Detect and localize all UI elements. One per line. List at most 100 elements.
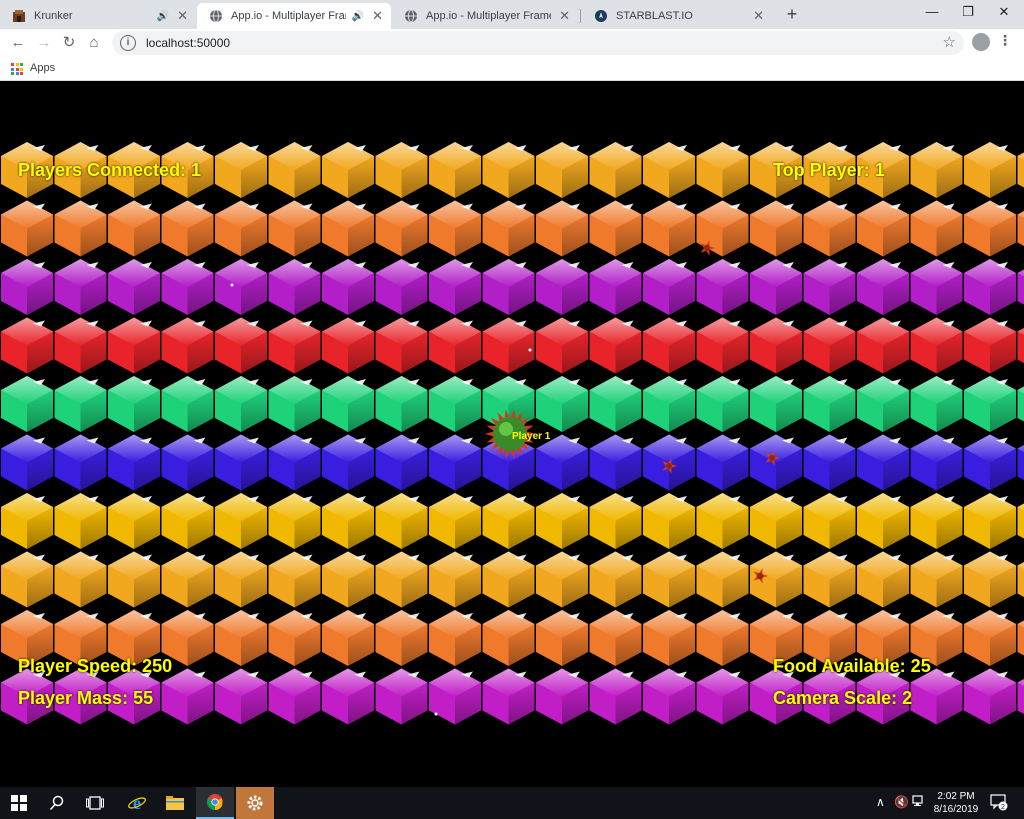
cube-tile — [161, 259, 214, 315]
game-world: Player 1 — [1, 142, 1024, 725]
search-icon[interactable] — [38, 787, 76, 819]
volume-muted-icon[interactable]: 🔇 — [894, 795, 909, 809]
cube-tile — [108, 434, 160, 491]
cube-tile — [750, 551, 802, 608]
cube-tile — [696, 551, 749, 608]
cube-tile — [268, 259, 321, 315]
cube-tile — [696, 610, 749, 666]
cube-tile — [1, 317, 53, 374]
cube-tile — [429, 200, 481, 257]
player-speed-label: Player Speed: 250 — [18, 656, 173, 676]
cube-tile — [215, 200, 267, 257]
cube-tile — [1017, 679, 1024, 714]
file-explorer-icon[interactable] — [156, 787, 194, 819]
apps-icon[interactable] — [11, 63, 23, 75]
close-icon[interactable]: ✕ — [559, 8, 570, 24]
forward-icon[interactable]: → — [34, 33, 54, 53]
cube-tile — [1017, 445, 1024, 480]
address-url[interactable]: localhost:50000 — [146, 36, 230, 50]
browser-toolbar: ← → ↻ ⌂ i localhost:50000 ☆ ⋮ — [0, 29, 1024, 57]
system-clock[interactable]: 2:02 PM 8/16/2019 — [928, 790, 984, 816]
svg-text:e: e — [133, 793, 141, 813]
cube-tile — [268, 317, 321, 374]
settings-gear-icon[interactable] — [236, 787, 274, 819]
cube-tile — [108, 259, 160, 315]
globe-icon — [404, 9, 418, 23]
start-button[interactable] — [0, 787, 38, 819]
info-icon[interactable]: i — [120, 35, 136, 51]
close-icon[interactable]: ✕ — [372, 8, 383, 24]
cube-tile — [964, 259, 1016, 315]
cube-tile — [108, 376, 160, 432]
cube-tile — [108, 200, 160, 257]
internet-explorer-icon[interactable]: e — [118, 787, 156, 819]
cube-tile — [322, 376, 374, 432]
notifications-icon[interactable]: 2 — [990, 793, 1008, 814]
tab-separator — [580, 9, 581, 23]
chevron-up-icon[interactable]: ∧ — [876, 795, 885, 809]
game-canvas[interactable]: Player 1 Players Connected: 1 Top Player… — [0, 82, 1024, 787]
cube-tile — [482, 142, 535, 198]
profile-avatar[interactable] — [972, 33, 990, 51]
player-highlight — [499, 422, 513, 436]
tab-appio[interactable]: App.io - Multiplayer Framework ✕ — [392, 3, 578, 29]
new-tab-button[interactable]: + — [782, 4, 802, 25]
cube-tile — [161, 317, 214, 374]
cube-tile — [643, 493, 695, 549]
cube-tile — [268, 668, 321, 725]
cube-tile — [1017, 562, 1024, 597]
home-icon[interactable]: ⌂ — [84, 33, 104, 53]
cube-tile — [161, 493, 214, 549]
close-icon[interactable]: ✕ — [177, 8, 188, 24]
cube-tile — [803, 434, 856, 491]
tab-starblast[interactable]: STARBLAST.IO ✕ — [582, 3, 772, 29]
cube-tile — [536, 493, 588, 549]
back-icon[interactable]: ← — [8, 33, 28, 53]
restore-button[interactable]: ❐ — [950, 0, 986, 24]
cube-tile — [482, 493, 535, 549]
cube-tile — [1017, 386, 1024, 422]
cube-tile — [482, 668, 535, 725]
chrome-icon[interactable] — [196, 787, 234, 819]
cube-tile — [803, 200, 856, 257]
cube-tile — [803, 376, 856, 432]
cube-tile — [322, 142, 374, 198]
menu-icon[interactable]: ⋮ — [998, 32, 1012, 49]
cube-tile — [429, 668, 481, 725]
apps-bookmark[interactable]: Apps — [30, 62, 55, 74]
network-icon[interactable] — [912, 795, 926, 810]
minimize-button[interactable]: — — [914, 0, 950, 24]
close-icon[interactable]: ✕ — [753, 8, 764, 24]
cube-tile — [643, 376, 695, 432]
player-mass-label: Player Mass: 55 — [18, 688, 154, 708]
cube-tile — [1, 551, 53, 608]
close-window-button[interactable]: ✕ — [986, 0, 1022, 24]
cube-tile — [322, 668, 374, 725]
cube-tile — [108, 551, 160, 608]
cube-tile — [536, 376, 588, 432]
cube-tile — [429, 610, 481, 666]
cube-tile — [910, 551, 963, 608]
cube-tile — [1017, 152, 1024, 188]
speaker-icon[interactable]: 🔊 — [157, 11, 169, 22]
speaker-icon[interactable]: 🔊 — [352, 11, 364, 22]
address-bar[interactable]: i localhost:50000 ☆ — [112, 31, 964, 55]
cube-tile — [215, 434, 267, 491]
tab-krunker[interactable]: Krunker 🔊 ✕ — [0, 3, 196, 29]
tab-appio-active[interactable]: App.io - Multiplayer Framew 🔊 ✕ — [197, 3, 391, 29]
cube-tile — [857, 259, 909, 315]
bookmark-star-icon[interactable]: ☆ — [943, 33, 956, 51]
task-view-icon[interactable] — [76, 787, 114, 819]
food-pellet — [230, 283, 234, 287]
clock-date: 8/16/2019 — [933, 804, 979, 815]
cube-tile — [375, 434, 428, 491]
windows-taskbar: e ∧ 🔇 2:02 PM 8/16/2019 2 — [0, 787, 1024, 819]
reload-icon[interactable]: ↻ — [59, 33, 79, 53]
cube-tile — [964, 317, 1016, 374]
cube-tile — [429, 376, 481, 432]
cube-tile — [1, 259, 53, 315]
cube-tile — [375, 551, 428, 608]
cube-tile — [268, 200, 321, 257]
cube-tile — [1017, 503, 1024, 539]
cube-tile — [375, 200, 428, 257]
